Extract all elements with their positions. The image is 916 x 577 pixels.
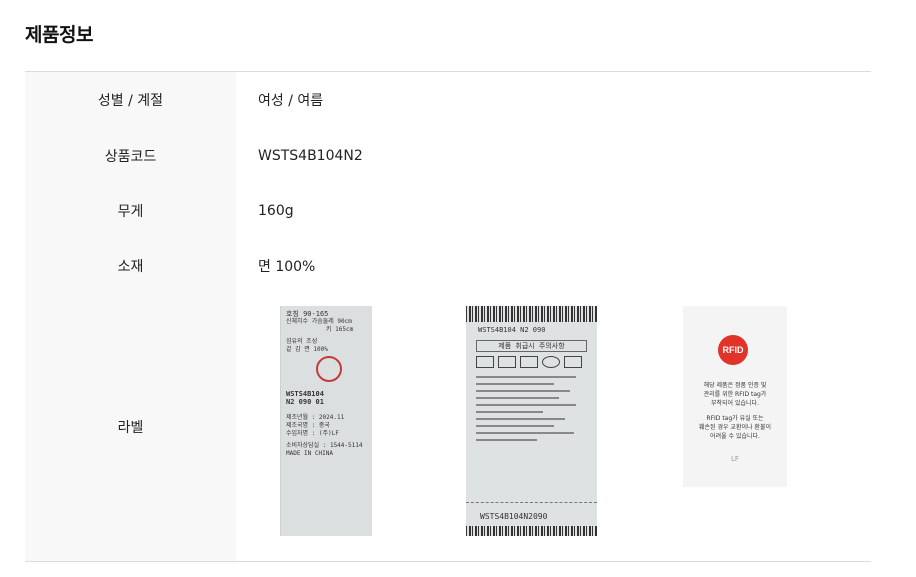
country-line: 제조국명 : 중국 [286, 422, 330, 429]
product-info-table: 성별 / 계절 여성 / 여름 상품코드 WSTS4B104N2 무게 160g… [25, 71, 871, 562]
material-header: 섬유의 조성 [286, 338, 318, 345]
row-value: 여성 / 여름 [258, 93, 324, 109]
rfid-text: RFID tag가 유실 또는 [706, 415, 764, 422]
rfid-badge-icon: RFID [718, 335, 748, 365]
code-line: WSTS4B104 [286, 390, 324, 398]
wash-code-bottom: WSTS4B104N2090 [480, 512, 548, 521]
rfid-label-image: RFID 해당 제품은 정품 인증 및 관리를 위한 RFID tag가 부착되… [683, 306, 787, 487]
wash-code-top: WSTS4B104 N2 090 [478, 326, 546, 334]
wash-header: 제품 취급시 주의사항 [476, 340, 587, 352]
rfid-text: 해당 제품은 정품 인증 및 [703, 382, 767, 389]
date-line: 제조년월 : 2024.11 [286, 414, 345, 421]
product-info-section: 제품정보 성별 / 계절 여성 / 여름 상품코드 WSTS4B104N2 무게… [0, 0, 916, 577]
row-value: 160g [258, 202, 294, 219]
importer-line: 수입자명 : (주)LF [286, 430, 339, 437]
wash-instructions-text [476, 376, 587, 441]
label-images: 호칭 90-165 신체치수 가슴둘레 90cm 키 165cm 섬유의 조성 … [236, 293, 871, 561]
size-line: 키 165cm [326, 326, 354, 333]
row-value: WSTS4B104N2 [258, 147, 363, 164]
table-row: 무게 160g [25, 183, 871, 238]
table-row: 성별 / 계절 여성 / 여름 [25, 72, 871, 128]
care-label-image: 호칭 90-165 신체치수 가슴둘레 90cm 키 165cm 섬유의 조성 … [280, 306, 372, 536]
table-row-label-images: 라벨 호칭 90-165 신체치수 가슴둘레 90cm 키 165cm 섬유의 … [25, 293, 871, 561]
code-line: N2 090 01 [286, 398, 324, 406]
brand-logo: LF [731, 455, 739, 463]
rfid-text: 훼손된 경우 교환이나 환불이 [699, 424, 771, 431]
row-value: 면 100% [258, 258, 316, 275]
rfid-text: 관리를 위한 RFID tag가 [703, 391, 767, 398]
table-row: 소재 면 100% [25, 238, 871, 293]
wash-symbols-icon [476, 356, 587, 368]
rfid-text: 어려울 수 있습니다. [710, 433, 760, 440]
table-row: 상품코드 WSTS4B104N2 [25, 128, 871, 183]
row-label: 상품코드 [25, 128, 236, 183]
cut-line [466, 502, 597, 503]
red-seal-stamp-icon [316, 356, 342, 382]
row-label: 무게 [25, 183, 236, 238]
row-label: 라벨 [25, 293, 236, 561]
barcode-icon [466, 306, 597, 322]
phone-line: 소비자상담실 : 1544-5114 [286, 442, 363, 449]
size-line: 신체치수 가슴둘레 90cm [286, 318, 352, 325]
label-image-gallery: 호칭 90-165 신체치수 가슴둘레 90cm 키 165cm 섬유의 조성 … [236, 293, 871, 561]
made-in-line: MADE IN CHINA [286, 450, 333, 457]
section-title: 제품정보 [25, 24, 93, 46]
row-label: 성별 / 계절 [25, 72, 236, 128]
wash-label-image: WSTS4B104 N2 090 제품 취급시 주의사항 WSTS4B104N2… [466, 306, 597, 536]
rfid-text: 부착되어 있습니다. [711, 400, 759, 407]
row-label: 소재 [25, 238, 236, 293]
size-header: 호칭 90-165 [286, 310, 329, 318]
barcode-icon [466, 526, 597, 536]
material-line: 겉 감 면 100% [286, 346, 328, 353]
